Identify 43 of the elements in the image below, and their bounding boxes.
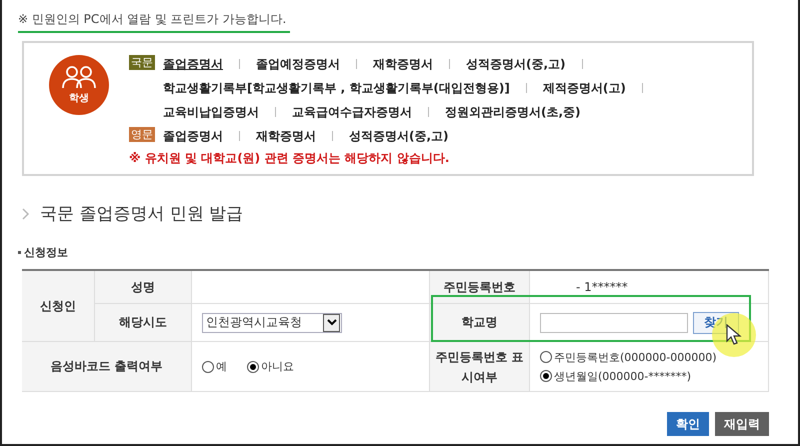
student-label: 학생 — [69, 92, 89, 105]
reset-button[interactable]: 재입력 — [715, 412, 769, 436]
certificate-link[interactable]: 졸업예정증명서 — [256, 56, 340, 72]
radio-label: 생년월일(000000-*******) — [554, 368, 692, 384]
certificate-link[interactable]: 졸업증명서 — [163, 56, 223, 72]
section-title: 신청정보 — [24, 245, 68, 260]
language-tag: 영문 — [129, 127, 155, 142]
cursor-icon — [726, 324, 742, 346]
radio-button[interactable] — [540, 351, 552, 363]
radio-label: 예 — [216, 359, 227, 374]
certificate-link[interactable]: 재학증명서 — [256, 128, 316, 144]
certificate-link[interactable]: 정원외관리증명서(초,중) — [445, 104, 581, 120]
notice-text: ※ 민원인의 PC에서 열람 및 프린트가 가능합니다. — [18, 11, 290, 33]
table-header-cell: 주민등록번호 — [430, 271, 530, 304]
certificate-link[interactable]: 제적증명서(고) — [542, 80, 626, 96]
table-header-cell: 해당시도 — [95, 304, 192, 342]
radio-button[interactable] — [202, 360, 214, 372]
certificate-link[interactable]: 성적증명서(중,고) — [349, 128, 449, 144]
school-name-field[interactable] — [540, 312, 688, 332]
radio-label: 주민등록번호(000000-000000) — [554, 350, 717, 364]
certificate-link[interactable]: 재학증명서 — [373, 56, 433, 72]
radio-label: 아니요 — [261, 359, 294, 374]
people-icon — [59, 65, 99, 89]
certificate-link[interactable]: 교육비납입증명서 — [163, 104, 259, 120]
language-tag: 국문 — [129, 55, 155, 70]
certificate-link[interactable]: 교육급여수급자증명서 — [292, 104, 412, 120]
confirm-button[interactable]: 확인 — [667, 412, 709, 436]
radio-button[interactable] — [247, 360, 259, 372]
table-header-cell: 신청인 — [22, 271, 95, 342]
certificate-link[interactable]: 성적증명서(중,고) — [466, 56, 566, 72]
chevron-icon — [22, 208, 30, 220]
table-header-cell: 성명 — [95, 271, 192, 304]
table-header-cell: 음성바코드 출력여부 — [22, 342, 192, 392]
table-header-cell: 학교명 — [430, 304, 530, 342]
bullet-icon — [18, 251, 21, 254]
certificate-link[interactable]: 학교생활기록부[학교생활기록부 , 학교생활기록부(대입전형용)] — [163, 80, 510, 96]
warning-text: ※ 유치원 및 대학교(원) 관련 증명서는 해당하지 않습니다. — [129, 150, 450, 167]
id-number-text: - 1****** — [576, 280, 628, 294]
certificate-link[interactable]: 졸업증명서 — [163, 128, 223, 144]
radio-button[interactable] — [540, 370, 552, 382]
table-header-cell: 주민등록번호 표시여부 — [430, 342, 530, 392]
region-select[interactable]: 인천광역시교육청 — [202, 312, 342, 332]
page-title: 국문 졸업증명서 민원 발급 — [40, 203, 244, 225]
